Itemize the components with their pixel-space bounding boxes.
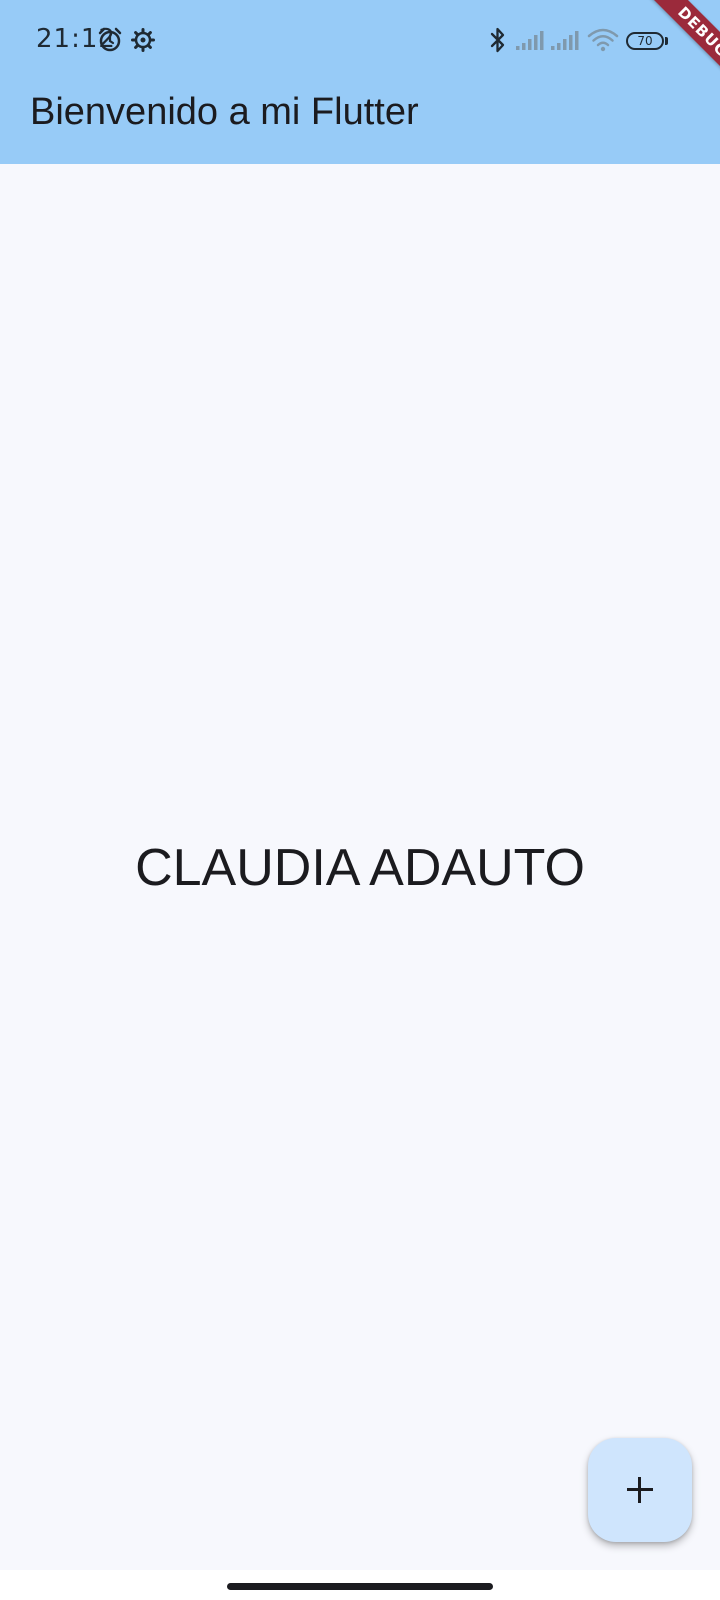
home-indicator[interactable] bbox=[227, 1583, 493, 1590]
main-content: CLAUDIA ADAUTO bbox=[0, 164, 720, 1570]
add-button[interactable] bbox=[588, 1438, 692, 1542]
center-name-text: CLAUDIA ADAUTO bbox=[135, 839, 585, 897]
navigation-bar bbox=[0, 1570, 720, 1600]
alarm-icon bbox=[98, 27, 122, 52]
signal-bars-icon bbox=[551, 31, 579, 50]
settings-gear-icon bbox=[131, 28, 155, 52]
debug-banner: DEBUG bbox=[627, 0, 720, 108]
debug-banner-container: DEBUG bbox=[600, 0, 720, 120]
signal-bars-icon bbox=[516, 31, 544, 50]
app-bar-title: Bienvenido a mi Flutter bbox=[30, 91, 419, 133]
plus-icon-vertical bbox=[638, 1477, 641, 1503]
bluetooth-icon bbox=[490, 27, 505, 53]
